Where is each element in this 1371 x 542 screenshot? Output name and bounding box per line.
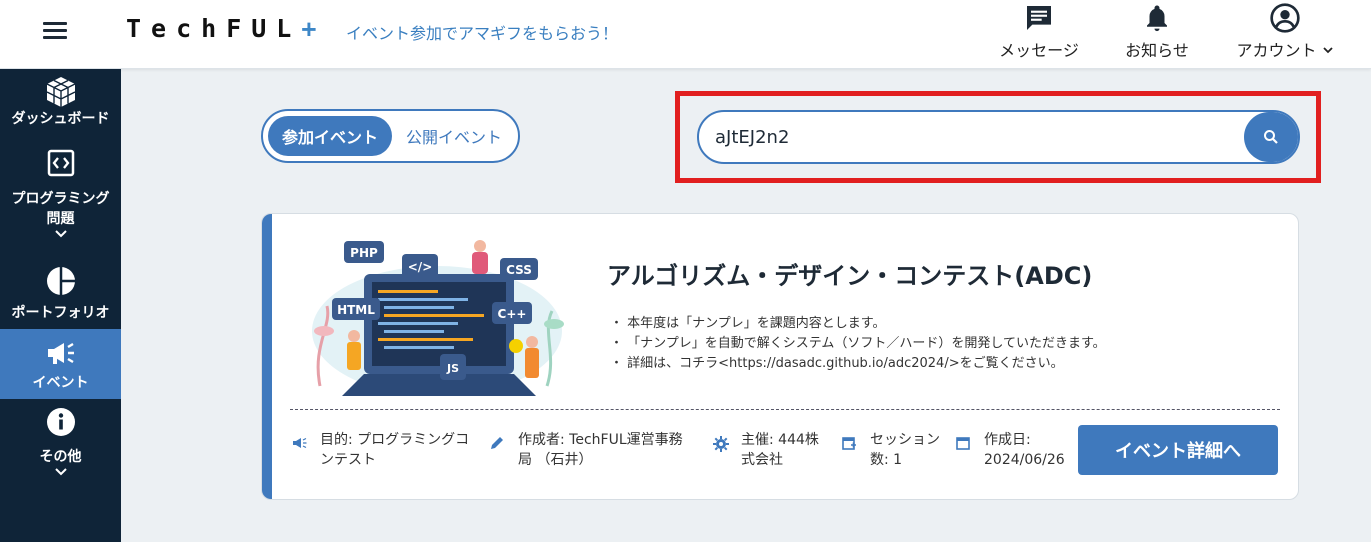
illustration-tag: PHP — [350, 246, 378, 260]
card-accent-bar — [262, 214, 272, 499]
description-line: ・ 本年度は「ナンプレ」を課題内容とします。 — [610, 316, 886, 331]
event-sponsor: 主催: 444株式会社 — [713, 430, 833, 472]
search-input[interactable] — [715, 121, 1235, 153]
sidebar-item-label: イベント — [32, 375, 89, 391]
illustration-tag: HTML — [337, 303, 375, 317]
event-filter-toggle: 参加イベント 公開イベント — [261, 109, 520, 163]
message-icon — [1023, 2, 1055, 34]
sidebar-item-label: ポートフォリオ — [11, 305, 110, 321]
nav-account[interactable]: アカウント — [1230, 0, 1340, 69]
pie-chart-icon — [45, 265, 77, 297]
bell-icon — [1142, 2, 1172, 34]
event-description: ・ 本年度は「ナンプレ」を課題内容とします。 ・ 「ナンプレ」を自動で解くシステ… — [610, 314, 1106, 374]
illustration-tag: JS — [446, 362, 459, 375]
tab-public-events[interactable]: 公開イベント — [393, 116, 515, 156]
tab-joined-events[interactable]: 参加イベント — [268, 116, 392, 156]
sidebar-item-portfolio[interactable]: ポートフォリオ — [0, 265, 121, 325]
cube-icon — [44, 75, 78, 109]
sidebar-item-label: ダッシュボード — [11, 111, 110, 127]
event-author: 作成者: TechFUL運営事務局 （石井） — [490, 430, 700, 472]
megaphone-icon — [293, 437, 307, 449]
sidebar-item-dashboard[interactable]: ダッシュボード — [0, 75, 121, 139]
pencil-icon — [491, 437, 503, 449]
account-icon — [1269, 2, 1301, 34]
calendar-add-icon — [842, 437, 856, 450]
event-card: PHP CSS HTML C++ JS </> アルゴリズム・デザイン・コンテス… — [261, 213, 1299, 500]
search-button[interactable] — [1244, 112, 1298, 162]
sidebar-item-label: プログラミング問題 — [11, 191, 110, 227]
gear-icon — [713, 436, 729, 452]
illustration-tag: CSS — [506, 263, 532, 277]
event-title[interactable]: アルゴリズム・デザイン・コンテスト(ADC) — [607, 256, 1092, 291]
megaphone-icon — [45, 339, 77, 367]
nav-messages-label: メッセージ — [999, 41, 1079, 60]
event-created-date: 作成日: 2024/06/26 — [956, 430, 1066, 472]
illustration-tag: C++ — [498, 307, 527, 321]
illustration-tag: </> — [408, 260, 433, 274]
code-icon — [47, 149, 75, 177]
description-line: ・ 「ナンプレ」を自動で解くシステム（ソフト／ハード）を開発していただきます。 — [610, 336, 1106, 351]
search-bar — [697, 110, 1300, 164]
header-tagline[interactable]: イベント参加でアマギフをもらおう！ — [346, 20, 618, 44]
top-header: TechFUL+ イベント参加でアマギフをもらおう！ メッセージ お知らせ アカ… — [0, 0, 1371, 69]
hamburger-menu-icon[interactable] — [43, 20, 69, 40]
search-icon — [1264, 130, 1278, 144]
sidebar-item-label: その他 — [39, 449, 82, 465]
sidebar-item-programming[interactable]: プログラミング問題 — [0, 149, 121, 249]
sidebar-item-event[interactable]: イベント — [0, 329, 121, 399]
info-icon — [46, 407, 76, 437]
card-divider — [290, 409, 1280, 410]
sidebar: ダッシュボード プログラミング問題 ポートフォリオ イベント その他 — [0, 69, 121, 542]
calendar-icon — [956, 437, 970, 450]
nav-notifications[interactable]: お知らせ — [1120, 0, 1194, 69]
chevron-down-icon[interactable] — [54, 467, 68, 477]
event-illustration: PHP CSS HTML C++ JS </> — [312, 240, 564, 396]
event-detail-button[interactable]: イベント詳細へ — [1078, 425, 1278, 475]
chevron-down-icon — [1322, 47, 1333, 54]
event-sessions: セッション数: 1 — [842, 430, 952, 472]
sidebar-item-other[interactable]: その他 — [0, 407, 121, 491]
description-line: ・ 詳細は、コチラ<https://dasadc.github.io/adc20… — [610, 356, 1064, 371]
nav-messages[interactable]: メッセージ — [995, 0, 1083, 69]
techful-logo[interactable]: TechFUL+ — [126, 14, 316, 43]
nav-account-label: アカウント — [1236, 37, 1333, 61]
nav-notifications-label: お知らせ — [1125, 41, 1189, 60]
event-purpose: 目的: プログラミングコンテスト — [292, 430, 487, 472]
chevron-down-icon[interactable] — [54, 229, 68, 239]
